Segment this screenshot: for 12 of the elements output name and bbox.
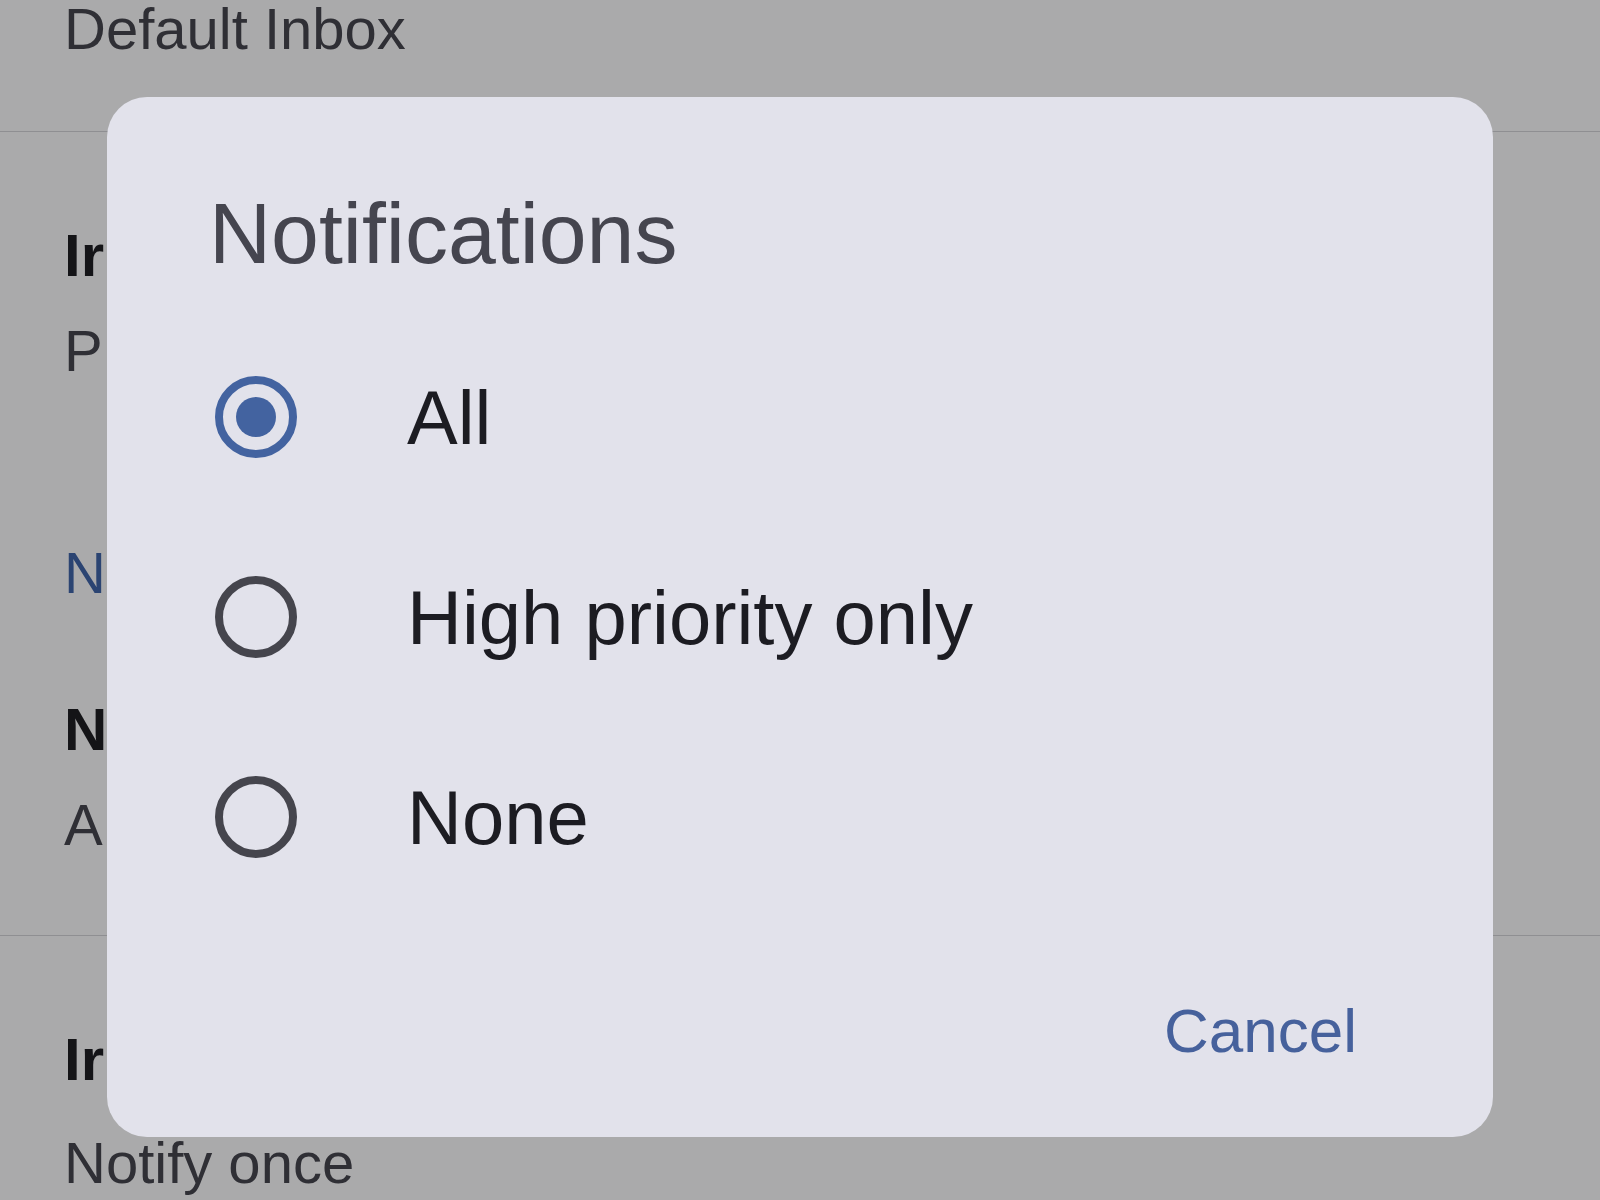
setting-value: A (64, 791, 103, 860)
setting-title: N (64, 695, 108, 766)
setting-value: P (64, 317, 103, 385)
setting-title: Ir (64, 221, 105, 291)
dialog-title: Notifications (209, 184, 678, 283)
setting-title: Ir (64, 1024, 105, 1095)
section-header: N (64, 538, 106, 607)
radio-option[interactable]: All (209, 317, 492, 518)
cancel-button[interactable]: Cancel (1140, 977, 1381, 1084)
radio-option[interactable]: None (209, 717, 589, 918)
setting-value: Default Inbox (64, 0, 406, 58)
radio-option[interactable]: High priority only (209, 517, 973, 718)
